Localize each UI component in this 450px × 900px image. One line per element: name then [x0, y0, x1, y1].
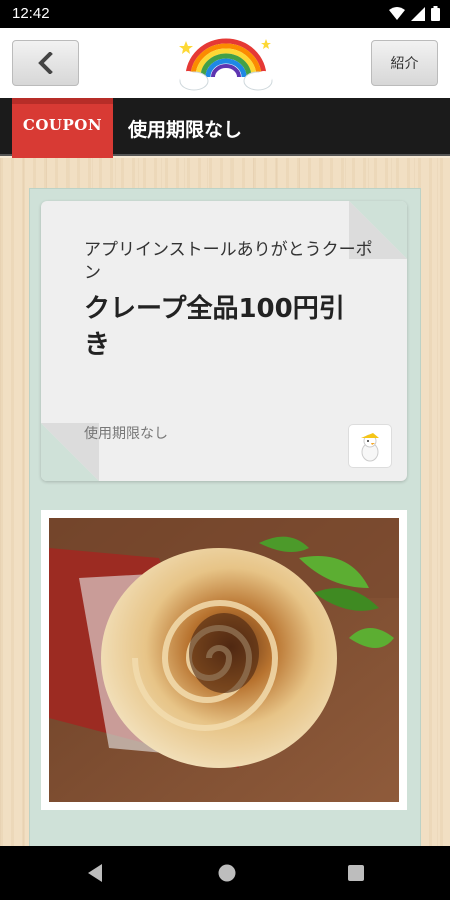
photo-frame [41, 510, 407, 810]
app-header: 紹介 [0, 28, 450, 98]
nav-recents-icon[interactable] [347, 864, 365, 882]
nav-home-icon[interactable] [217, 863, 237, 883]
coupon-subtitle: アプリインストールありがとうクーポン [84, 240, 373, 283]
coupon-expiry: 使用期限なし [84, 426, 168, 442]
coupon-card[interactable]: アプリインストールありがとうクーポン クレープ全品100円引き 使用期限なし [41, 201, 407, 481]
nav-bar [0, 846, 450, 900]
mascot-icon [361, 433, 379, 462]
signal-icon [411, 6, 425, 21]
rainbow-logo [179, 38, 273, 91]
coupon-badge-label: COUPON [22, 116, 103, 134]
back-button[interactable] [12, 40, 79, 86]
status-bar: 12:42 [0, 0, 450, 28]
nav-back-icon[interactable] [86, 863, 104, 883]
coupon-headline: クレープ全品100円引き [84, 294, 345, 360]
shop-mascot-icon[interactable] [348, 424, 392, 468]
status-icons [389, 6, 440, 21]
coupon-bar-title: 使用期限なし [128, 119, 243, 141]
status-time: 12:42 [12, 5, 50, 22]
battery-icon [431, 6, 440, 21]
chevron-left-icon [37, 52, 53, 74]
crepe-photo [49, 518, 399, 802]
intro-button[interactable]: 紹介 [371, 40, 438, 86]
wifi-icon [389, 6, 405, 20]
